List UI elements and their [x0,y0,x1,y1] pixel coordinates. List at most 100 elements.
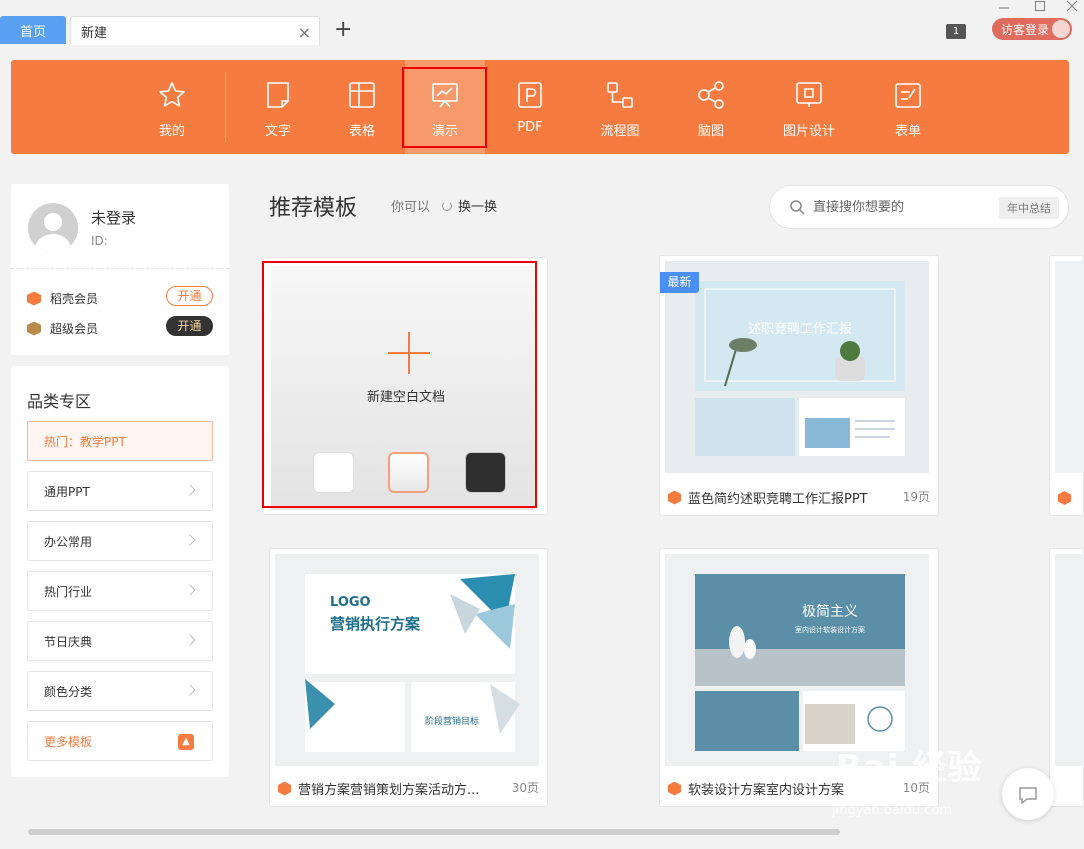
document-icon [267,82,289,108]
category-label: 节日庆典 [44,634,93,649]
template-card-partial[interactable] [1049,255,1084,516]
template-card[interactable]: LOGO 营销执行方案 阶段营销目标 营销方案营销策划方案活动方... 30页 [269,548,548,807]
presentation-icon [432,83,458,108]
open-docer-button[interactable]: 开通 [166,286,213,306]
template-title: 软装设计方案室内设计方案 [668,779,844,798]
template-title: 蓝色简约述职竞聘工作汇报PPT [668,488,868,507]
tool-label: 文字 [264,124,291,139]
template-thumbnail [1055,554,1084,766]
tool-label: PDF [517,120,543,135]
tool-label: 流程图 [600,124,640,139]
tab-bar: 首页 新建 × + 1 访客登录 [0,0,1084,46]
template-title-text: 营销方案营销策划方案活动方... [298,783,480,798]
baidu-watermark: Bai 经验 [836,748,983,788]
window-counter-badge[interactable]: 1 [946,24,966,39]
tab-home[interactable]: 首页 [0,16,66,44]
theme-dark[interactable] [465,452,506,493]
theme-white[interactable] [313,452,354,493]
template-pages: 19页 [902,490,930,504]
tool-label: 表单 [894,124,921,139]
thumb-title: 极简主义 [802,603,858,620]
close-icon[interactable]: × [298,23,311,42]
thumb-sub: 室内设计软装设计方案 [795,625,865,634]
tool-image-design[interactable]: 图片设计 [769,60,849,154]
thumb-logo: LOGO [330,595,371,610]
category-label: 更多模板 [44,734,93,749]
minimize-icon[interactable] [998,0,1010,14]
add-tab-icon[interactable]: + [334,18,352,42]
tool-mine[interactable]: 我的 [132,60,212,154]
divider [11,268,229,269]
refresh-button[interactable]: 换一换 [442,196,497,215]
tool-sheet[interactable]: 表格 [322,60,402,154]
tool-label: 表格 [348,124,375,139]
docer-logo-icon: ▲ [178,734,194,750]
template-card-partial[interactable] [1049,548,1084,807]
baidu-watermark-url: jingyan.baidu.com [832,803,952,818]
docer-icon [668,490,681,505]
docer-member-icon [27,291,41,306]
tool-mindmap[interactable]: 脑图 [671,60,751,154]
chat-icon [1019,787,1037,805]
table-icon [349,82,375,108]
thumb-sub: 阶段营销目标 [425,715,479,727]
tool-form[interactable]: 表单 [868,60,948,154]
category-festival[interactable]: 节日庆典 [27,621,213,661]
category-hot[interactable]: 热门：教学PPT [27,421,213,461]
thumb-title: 述职竞聘工作汇报 [748,321,852,337]
search-hot-tag[interactable]: 年中总结 [999,197,1059,219]
chevron-right-icon [184,484,196,496]
theme-gray[interactable] [388,452,429,493]
category-general[interactable]: 通用PPT [27,471,213,511]
tab-new[interactable]: 新建 × [70,16,320,45]
refresh-icon [442,200,452,211]
guest-login-label: 访客登录 [1001,22,1050,37]
avatar[interactable] [28,203,78,253]
template-thumbnail: 极简主义 室内设计软装设计方案 [665,554,929,766]
user-id: ID: [91,234,108,248]
open-super-button[interactable]: 开通 [166,316,213,336]
tool-flowchart[interactable]: 流程图 [580,60,660,154]
chevron-right-icon [184,684,196,696]
tool-label: 脑图 [697,124,724,139]
thumb-title: 营销执行方案 [330,615,421,633]
template-title-text: 软装设计方案室内设计方案 [688,783,845,798]
docer-icon [1058,491,1071,505]
tab-new-label: 新建 [81,25,108,41]
image-design-icon [796,82,822,107]
template-thumbnail: 述职竞聘工作汇报 [665,261,929,473]
category-label: 热门行业 [44,584,93,599]
new-document-toolbar: 我的 文字 表格 演示 PDF 流程图 脑图 图片设计 表单 [11,60,1069,154]
docer-icon [668,781,681,796]
chevron-right-icon [184,534,196,546]
horizontal-scrollbar[interactable] [28,829,840,835]
template-card[interactable]: 述职竞聘工作汇报 蓝色简约述职竞聘工作汇报PPT 19页 [659,255,939,516]
guest-login-button[interactable]: 访客登录 [992,18,1072,40]
search-icon [790,199,805,215]
category-industry[interactable]: 热门行业 [27,571,213,611]
mindmap-icon [698,81,724,109]
close-window-icon[interactable] [1066,0,1078,14]
maximize-icon[interactable] [1034,0,1046,14]
feedback-button[interactable] [1002,768,1054,820]
search-input[interactable] [813,199,993,215]
membership-label: 稻壳会员 [50,292,99,306]
template-search[interactable]: 年中总结 [769,185,1069,229]
membership-docer: 稻壳会员 [27,290,98,307]
pdf-icon [518,82,542,108]
category-label: 颜色分类 [44,684,93,699]
tool-label: 图片设计 [782,124,835,139]
user-name[interactable]: 未登录 [91,207,136,228]
avatar-icon [1052,20,1070,38]
template-pages: 30页 [511,781,539,795]
tool-pdf[interactable]: PDF [490,60,570,154]
category-more[interactable]: 更多模板 ▲ [27,721,213,761]
new-blank-label: 新建空白文档 [367,390,446,405]
tool-presentation[interactable]: 演示 [405,60,485,154]
category-office[interactable]: 办公常用 [27,521,213,561]
chevron-right-icon [184,584,196,596]
tool-text[interactable]: 文字 [238,60,318,154]
tool-label: 我的 [158,124,185,139]
category-color[interactable]: 颜色分类 [27,671,213,711]
category-label: 办公常用 [44,534,93,549]
